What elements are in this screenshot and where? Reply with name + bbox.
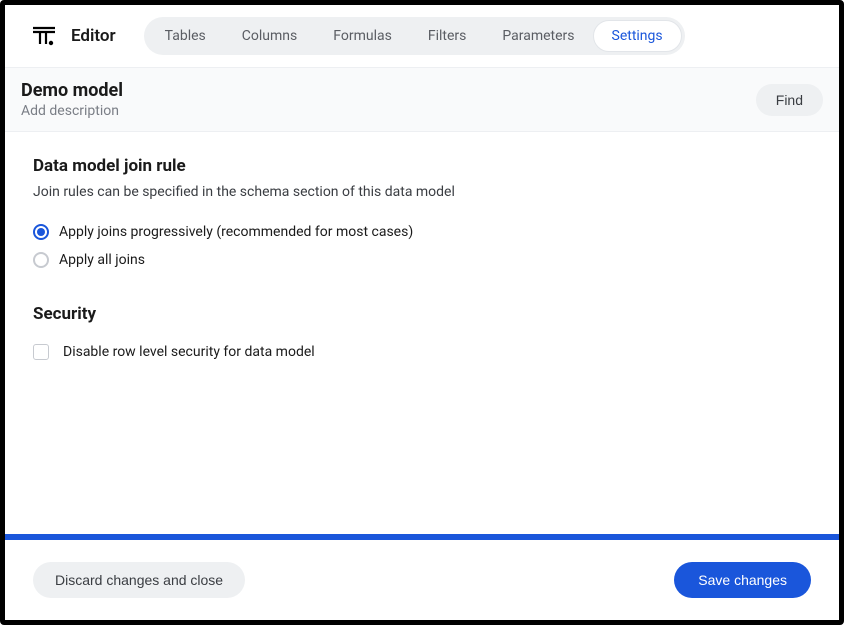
subheader: Demo model Add description Find xyxy=(5,67,839,132)
logo-icon xyxy=(33,25,55,47)
tab-parameters[interactable]: Parameters xyxy=(484,21,592,51)
checkbox-icon xyxy=(33,344,49,360)
checkbox-label: Disable row level security for data mode… xyxy=(63,344,315,360)
top-bar: Editor Tables Columns Formulas Filters P… xyxy=(5,5,839,67)
model-name[interactable]: Demo model xyxy=(21,80,123,101)
subheader-left: Demo model Add description xyxy=(21,80,123,119)
radio-apply-progressively[interactable]: Apply joins progressively (recommended f… xyxy=(33,224,811,240)
join-rule-title: Data model join rule xyxy=(33,156,811,176)
model-description-placeholder[interactable]: Add description xyxy=(21,103,123,119)
radio-apply-all[interactable]: Apply all joins xyxy=(33,252,811,268)
tabs-container: Tables Columns Formulas Filters Paramete… xyxy=(144,17,685,55)
security-title: Security xyxy=(33,304,811,324)
radio-icon xyxy=(33,252,49,268)
radio-label: Apply all joins xyxy=(59,252,145,268)
footer: Discard changes and close Save changes xyxy=(5,540,839,620)
radio-icon xyxy=(33,224,49,240)
save-button[interactable]: Save changes xyxy=(674,562,811,598)
tab-settings[interactable]: Settings xyxy=(593,20,682,52)
radio-label: Apply joins progressively (recommended f… xyxy=(59,224,413,240)
join-rule-subtitle: Join rules can be specified in the schem… xyxy=(33,184,811,200)
tab-tables[interactable]: Tables xyxy=(147,21,224,51)
discard-button[interactable]: Discard changes and close xyxy=(33,562,245,598)
checkbox-disable-rls[interactable]: Disable row level security for data mode… xyxy=(33,344,811,360)
app-title: Editor xyxy=(71,26,116,46)
settings-content: Data model join rule Join rules can be s… xyxy=(5,132,839,534)
find-button[interactable]: Find xyxy=(756,84,823,116)
tab-formulas[interactable]: Formulas xyxy=(315,21,410,51)
tab-columns[interactable]: Columns xyxy=(224,21,315,51)
join-rule-radio-group: Apply joins progressively (recommended f… xyxy=(33,224,811,268)
tab-filters[interactable]: Filters xyxy=(410,21,485,51)
